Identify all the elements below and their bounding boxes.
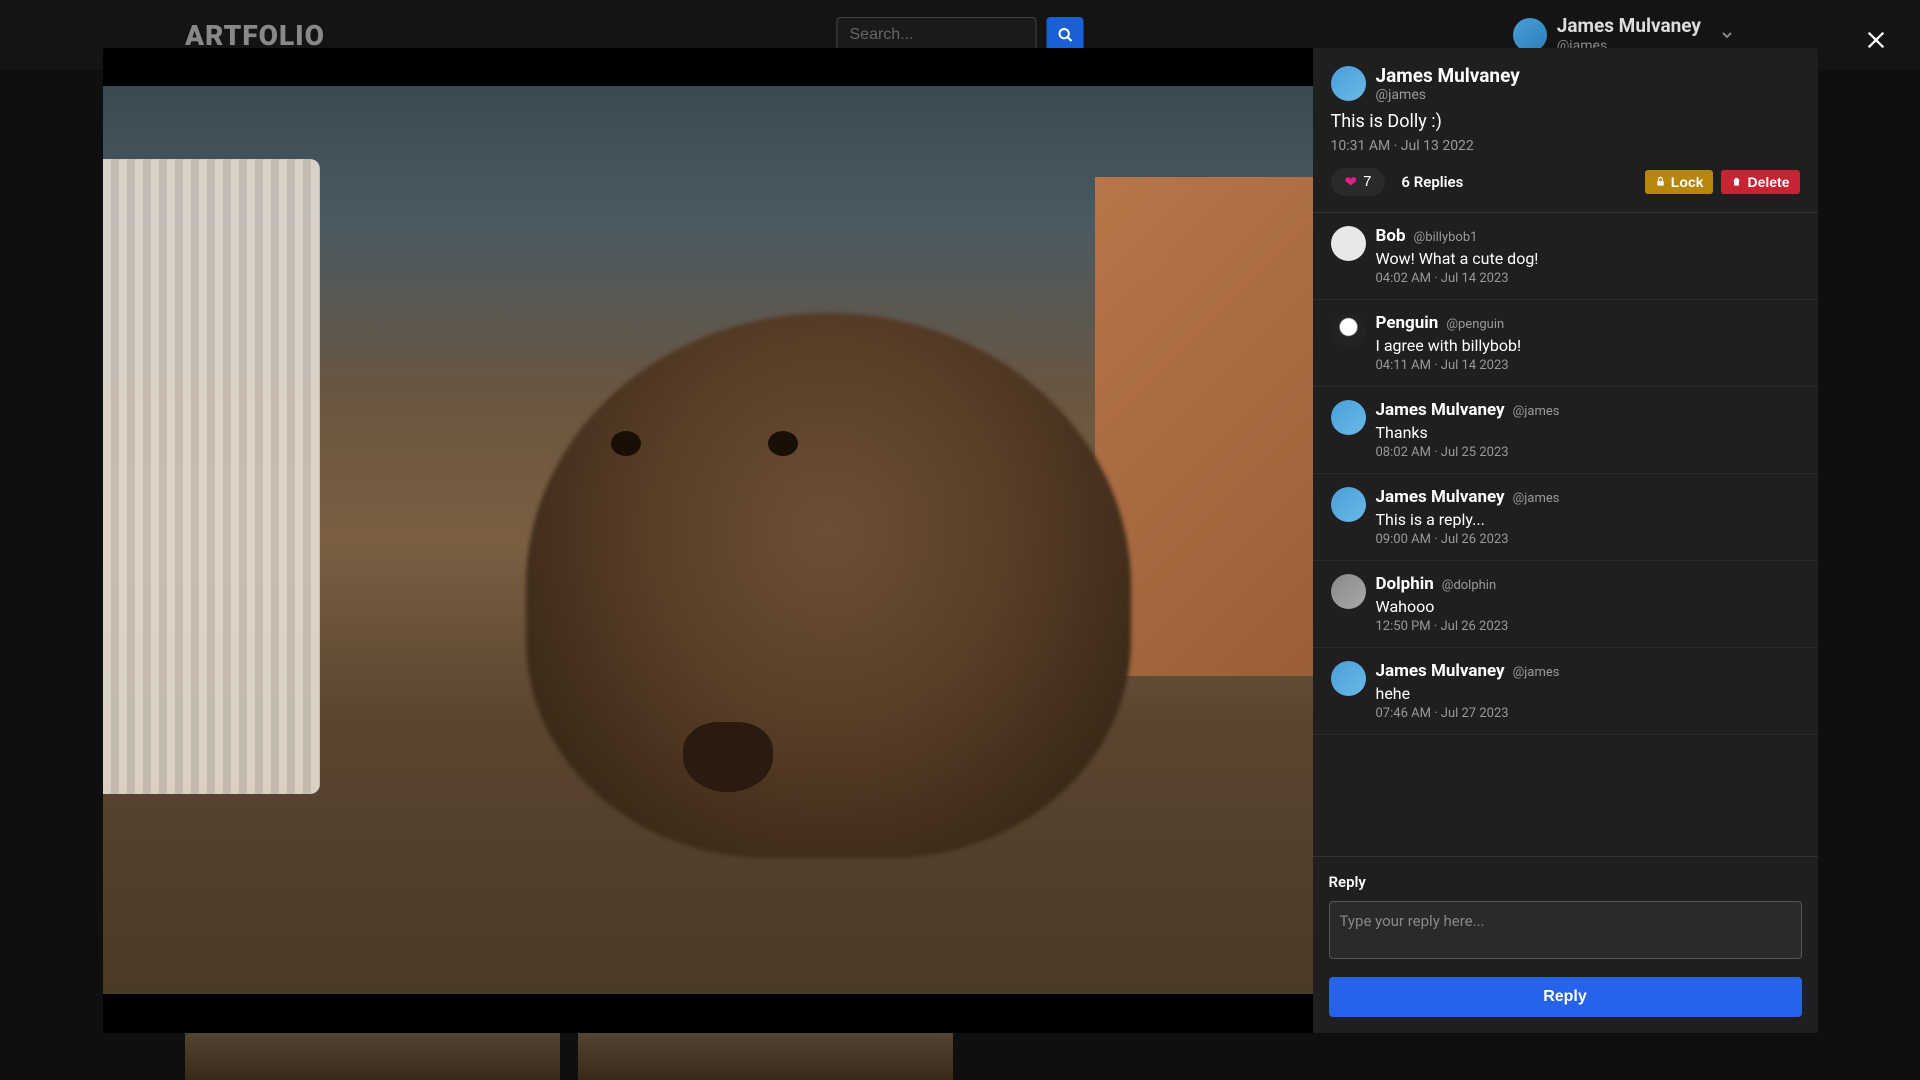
reply-author-name[interactable]: Bob — [1376, 226, 1406, 246]
author-name[interactable]: James Mulvaney — [1376, 64, 1520, 87]
reply-author-handle[interactable]: @dolphin — [1442, 578, 1496, 593]
reply-item: James Mulvaney @james This is a reply... 09… — [1313, 474, 1818, 561]
post-image[interactable] — [103, 86, 1313, 994]
author-row: James Mulvaney @james — [1331, 64, 1800, 103]
lock-button[interactable]: Lock — [1645, 170, 1714, 194]
reply-header: Bob @billybob1 — [1376, 226, 1800, 246]
reply-header: James Mulvaney @james — [1376, 400, 1800, 420]
reply-composer: Reply Reply — [1313, 856, 1818, 1033]
reply-body: Bob @billybob1 Wow! What a cute dog! 04:02 … — [1376, 226, 1800, 286]
admin-buttons: Lock Delete — [1645, 170, 1800, 194]
reply-author-handle[interactable]: @billybob1 — [1414, 230, 1478, 245]
reply-header: Penguin @penguin — [1376, 313, 1800, 333]
reply-author-name[interactable]: Penguin — [1376, 313, 1439, 333]
reply-author-handle[interactable]: @james — [1513, 404, 1560, 419]
post-modal: James Mulvaney @james This is Dolly :) 1… — [103, 48, 1818, 1033]
delete-button[interactable]: Delete — [1721, 170, 1799, 194]
reply-avatar[interactable] — [1331, 226, 1366, 261]
reply-header: James Mulvaney @james — [1376, 661, 1800, 681]
modal-overlay: James Mulvaney @james This is Dolly :) 1… — [0, 0, 1920, 1080]
heart-icon: ❤ — [1345, 173, 1358, 191]
reply-author-name[interactable]: Dolphin — [1376, 574, 1434, 594]
reply-avatar[interactable] — [1331, 661, 1366, 696]
delete-label: Delete — [1747, 174, 1789, 190]
reply-author-name[interactable]: James Mulvaney — [1376, 400, 1505, 420]
reply-text: Wow! What a cute dog! — [1376, 249, 1800, 268]
reply-avatar[interactable] — [1331, 313, 1366, 348]
action-row: ❤ 7 6 Replies Lock Delete — [1331, 168, 1800, 196]
close-icon — [1865, 29, 1887, 51]
post-timestamp: 10:31 AM · Jul 13 2022 — [1331, 138, 1800, 154]
reply-author-name[interactable]: James Mulvaney — [1376, 487, 1505, 507]
details-pane: James Mulvaney @james This is Dolly :) 1… — [1313, 48, 1818, 1033]
reply-item: James Mulvaney @james Thanks 08:02 AM · Jul… — [1313, 387, 1818, 474]
reply-body: James Mulvaney @james This is a reply... 09… — [1376, 487, 1800, 547]
like-count: 7 — [1363, 173, 1371, 190]
replies-list: Bob @billybob1 Wow! What a cute dog! 04:02 … — [1313, 213, 1818, 856]
reply-timestamp: 09:00 AM · Jul 26 2023 — [1376, 532, 1800, 547]
author-avatar[interactable] — [1331, 66, 1366, 101]
like-button[interactable]: ❤ 7 — [1331, 168, 1386, 196]
reply-timestamp: 12:50 PM · Jul 26 2023 — [1376, 619, 1800, 634]
reply-text: Thanks — [1376, 423, 1800, 442]
reply-timestamp: 08:02 AM · Jul 25 2023 — [1376, 445, 1800, 460]
reply-author-handle[interactable]: @penguin — [1446, 317, 1504, 332]
reply-body: Dolphin @dolphin Wahooo 12:50 PM · Jul 26 2… — [1376, 574, 1800, 634]
reply-body: Penguin @penguin I agree with billybob! 04:… — [1376, 313, 1800, 373]
lock-icon — [1655, 176, 1666, 187]
composer-label: Reply — [1329, 873, 1802, 891]
reply-item: Penguin @penguin I agree with billybob! 04:… — [1313, 300, 1818, 387]
reply-submit-button[interactable]: Reply — [1329, 977, 1802, 1017]
lock-label: Lock — [1671, 174, 1704, 190]
post-caption: This is Dolly :) — [1331, 111, 1800, 132]
post-header: James Mulvaney @james This is Dolly :) 1… — [1313, 48, 1818, 213]
reply-item: Bob @billybob1 Wow! What a cute dog! 04:02 … — [1313, 213, 1818, 300]
reply-timestamp: 04:11 AM · Jul 14 2023 — [1376, 358, 1800, 373]
reply-text: hehe — [1376, 684, 1800, 703]
reply-timestamp: 04:02 AM · Jul 14 2023 — [1376, 271, 1800, 286]
close-button[interactable] — [1865, 25, 1895, 55]
reply-header: James Mulvaney @james — [1376, 487, 1800, 507]
replies-count: 6 Replies — [1401, 173, 1463, 191]
reply-body: James Mulvaney @james hehe 07:46 AM · Jul 2… — [1376, 661, 1800, 721]
reply-author-name[interactable]: James Mulvaney — [1376, 661, 1505, 681]
reply-author-handle[interactable]: @james — [1513, 665, 1560, 680]
reply-item: Dolphin @dolphin Wahooo 12:50 PM · Jul 26 2… — [1313, 561, 1818, 648]
reply-avatar[interactable] — [1331, 487, 1366, 522]
trash-icon — [1731, 176, 1742, 187]
author-handle[interactable]: @james — [1376, 87, 1520, 103]
image-pane — [103, 48, 1313, 1033]
reply-header: Dolphin @dolphin — [1376, 574, 1800, 594]
reply-avatar[interactable] — [1331, 574, 1366, 609]
reply-avatar[interactable] — [1331, 400, 1366, 435]
reply-text: I agree with billybob! — [1376, 336, 1800, 355]
reply-text: Wahooo — [1376, 597, 1800, 616]
reply-body: James Mulvaney @james Thanks 08:02 AM · Jul… — [1376, 400, 1800, 460]
reply-author-handle[interactable]: @james — [1513, 491, 1560, 506]
reply-text: This is a reply... — [1376, 510, 1800, 529]
reply-timestamp: 07:46 AM · Jul 27 2023 — [1376, 706, 1800, 721]
reply-item: James Mulvaney @james hehe 07:46 AM · Jul 2… — [1313, 648, 1818, 735]
reply-textarea[interactable] — [1329, 901, 1802, 959]
